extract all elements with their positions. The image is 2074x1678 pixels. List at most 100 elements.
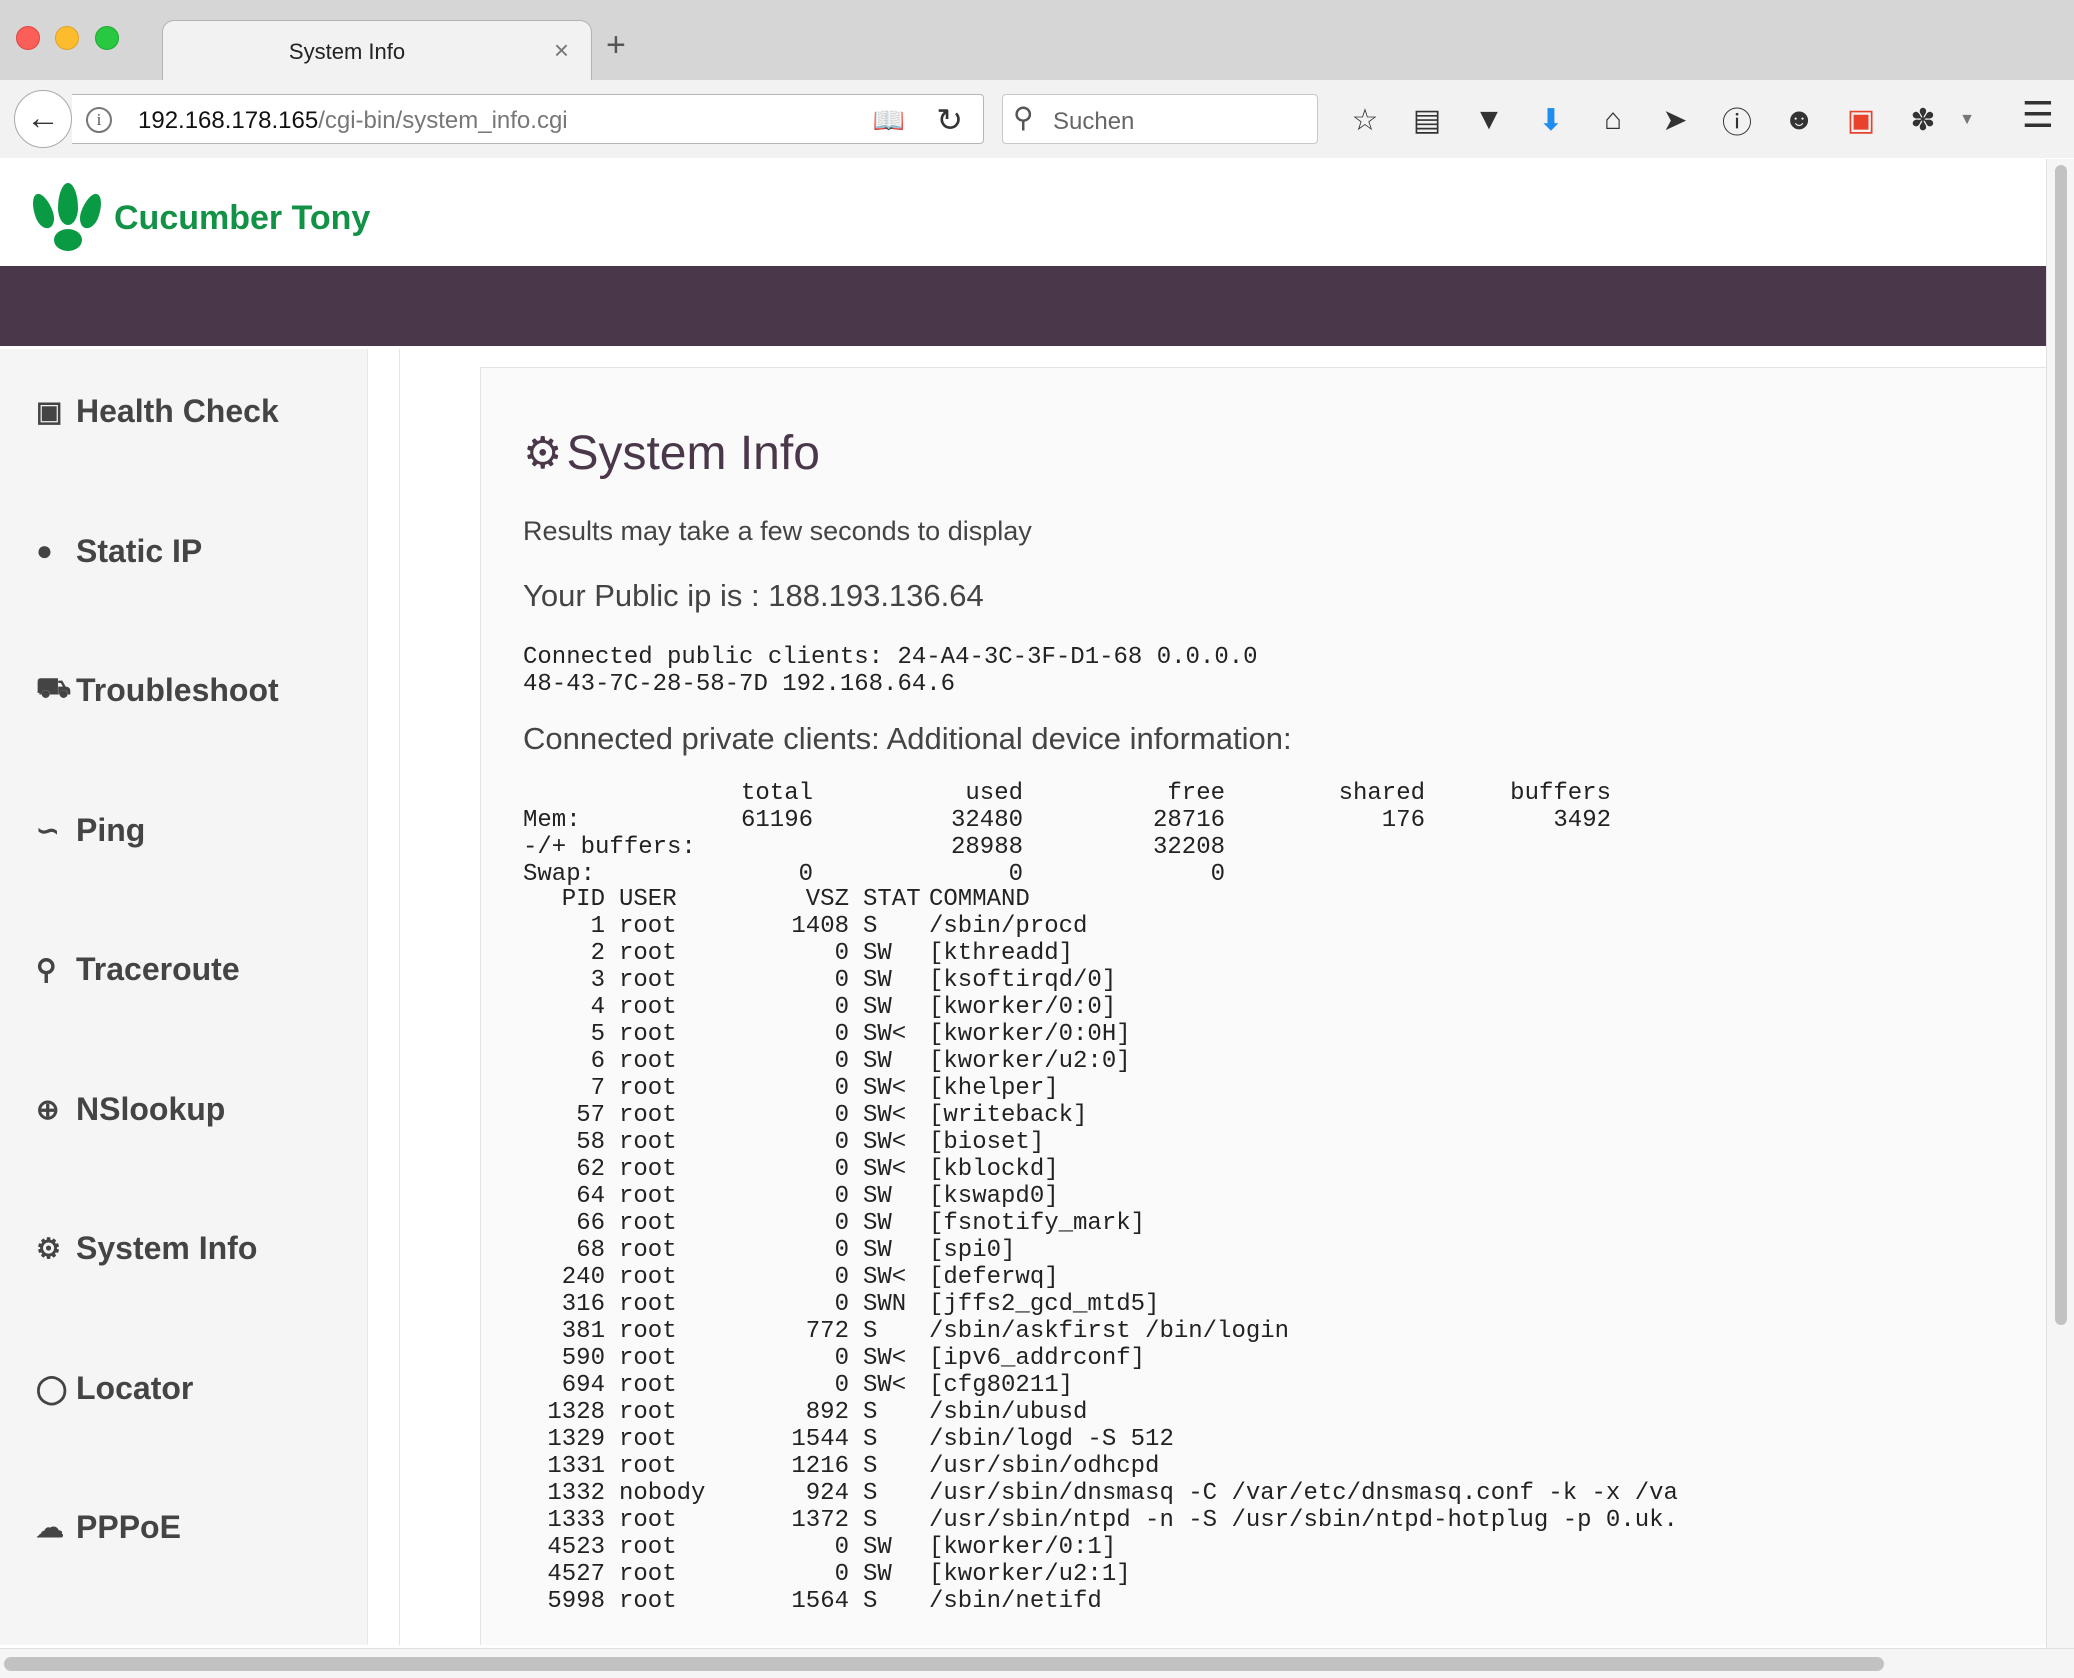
process-row: 4 root 0 SW [kworker/0:0] bbox=[523, 994, 1678, 1021]
results-notice: Results may take a few seconds to displa… bbox=[523, 516, 1032, 546]
sidebar-item-nslookup[interactable]: ⊕ NSlookup bbox=[36, 1087, 225, 1131]
process-cell: root bbox=[619, 1507, 677, 1534]
process-cell: 3 bbox=[590, 967, 605, 994]
sidebar-item-static-ip[interactable]: ● Static IP bbox=[36, 529, 202, 573]
process-cell: 1 bbox=[590, 913, 605, 940]
process-row: 4523 root 0 SW [kworker/0:1] bbox=[523, 1534, 1678, 1561]
page-viewport: Cucumber Tony ▣ Health Check ● Static IP ⛟… bbox=[0, 159, 2046, 1645]
process-cell: SW bbox=[863, 994, 892, 1021]
globe-icon: ● bbox=[36, 535, 53, 566]
memory-cell: buffers bbox=[1510, 780, 1611, 807]
lightbulb-icon: ◯ bbox=[36, 1372, 68, 1404]
private-clients-heading: Connected private clients: Additional de… bbox=[523, 721, 1292, 756]
bookmarks-list-icon[interactable]: ▤ bbox=[1396, 103, 1458, 138]
extension-bug-icon[interactable]: ✽ bbox=[1892, 103, 1954, 138]
process-cell: root bbox=[619, 967, 677, 994]
process-cell: 57 bbox=[576, 1102, 605, 1129]
memory-cell bbox=[523, 780, 733, 807]
home-icon[interactable]: ⌂ bbox=[1582, 103, 1644, 137]
process-cell: /sbin/ubusd bbox=[929, 1399, 1088, 1426]
vertical-scroll-thumb[interactable] bbox=[2055, 165, 2067, 1325]
process-cell: 68 bbox=[576, 1237, 605, 1264]
process-cell: S bbox=[863, 913, 878, 940]
process-cell: 7 bbox=[590, 1075, 605, 1102]
pocket-icon[interactable]: ▼ bbox=[1458, 103, 1520, 137]
process-cell: root bbox=[619, 1534, 677, 1561]
bookmark-star-icon[interactable]: ☆ bbox=[1334, 103, 1396, 138]
process-cell: [kworker/0:0H] bbox=[929, 1021, 1131, 1048]
address-bar[interactable]: i 192.168.178.165/cgi-bin/system_info.cg… bbox=[72, 94, 984, 144]
rss-icon: ∽ bbox=[36, 814, 60, 846]
process-row: 62 root 0 SW< [kblockd] bbox=[523, 1156, 1678, 1183]
public-ip: Your Public ip is : 188.193.136.64 bbox=[523, 578, 984, 613]
close-window-button[interactable] bbox=[16, 26, 40, 50]
downloads-icon[interactable]: ⬇ bbox=[1520, 103, 1582, 138]
search-bar[interactable]: ⚲ Suchen bbox=[1002, 94, 1318, 144]
memory-cell: -/+ buffers: bbox=[523, 834, 696, 861]
password-manager-icon[interactable]: ⓘ bbox=[1706, 98, 1768, 142]
process-cell: 0 bbox=[834, 1075, 849, 1102]
gears-icon: ⚙ bbox=[36, 1232, 62, 1264]
reload-icon[interactable]: ↻ bbox=[936, 101, 963, 139]
process-cell: root bbox=[619, 913, 677, 940]
sidebar-item-locator[interactable]: ◯ Locator bbox=[36, 1366, 193, 1410]
memory-cell: shared bbox=[1338, 780, 1425, 807]
process-cell: 0 bbox=[834, 1129, 849, 1156]
process-cell: 1544 bbox=[791, 1426, 849, 1453]
sidebar-item-health-check[interactable]: ▣ Health Check bbox=[36, 389, 279, 433]
process-cell: [kswapd0] bbox=[929, 1183, 1059, 1210]
back-button[interactable]: ← bbox=[14, 90, 72, 148]
process-row: 57 root 0 SW< [writeback] bbox=[523, 1102, 1678, 1129]
process-cell: SW< bbox=[863, 1156, 907, 1183]
process-cell: root bbox=[619, 1264, 677, 1291]
process-row: 5 root 0 SW< [kworker/0:0H] bbox=[523, 1021, 1678, 1048]
process-cell: [kblockd] bbox=[929, 1156, 1059, 1183]
gears-icon: ⚙ bbox=[523, 429, 563, 478]
horizontal-scroll-thumb[interactable] bbox=[4, 1657, 1884, 1671]
process-cell: SW< bbox=[863, 1021, 907, 1048]
vertical-scrollbar[interactable] bbox=[2046, 159, 2074, 1649]
send-icon[interactable]: ➤ bbox=[1644, 103, 1706, 138]
hamburger-menu-icon[interactable]: ☰ bbox=[2022, 94, 2054, 136]
process-cell: [deferwq] bbox=[929, 1264, 1059, 1291]
process-row: 381 root 772 S/sbin/askfirst /bin/login bbox=[523, 1318, 1678, 1345]
sidebar-item-label: Static IP bbox=[76, 532, 203, 569]
info-icon[interactable]: i bbox=[86, 107, 112, 133]
memory-row: Mem: 61196 32480 28716 176 3492 bbox=[523, 807, 1611, 834]
extension-badge-icon[interactable]: ▣ bbox=[1830, 103, 1892, 138]
process-row: 5998 root 1564 S/sbin/netifd bbox=[523, 1588, 1678, 1615]
process-cell: SW bbox=[863, 1534, 892, 1561]
sidebar-item-pppoe[interactable]: ☁ PPPoE bbox=[36, 1505, 181, 1549]
minimize-window-button[interactable] bbox=[55, 26, 79, 50]
process-cell: 0 bbox=[834, 1237, 849, 1264]
memory-cell bbox=[1425, 861, 1611, 888]
chat-icon[interactable]: ☻ bbox=[1768, 103, 1830, 137]
url-text[interactable]: 192.168.178.165/cgi-bin/system_info.cgi bbox=[138, 107, 568, 135]
sidebar-item-system-info[interactable]: ⚙ System Info bbox=[36, 1226, 257, 1270]
tab-system-info[interactable]: System Info × bbox=[162, 20, 592, 82]
tab-close-icon[interactable]: × bbox=[554, 35, 569, 66]
zoom-window-button[interactable] bbox=[95, 26, 119, 50]
horizontal-scrollbar[interactable] bbox=[0, 1648, 2074, 1678]
map-marker-icon: ⚲ bbox=[36, 953, 57, 985]
process-cell: 0 bbox=[834, 967, 849, 994]
sidebar-item-traceroute[interactable]: ⚲ Traceroute bbox=[36, 947, 240, 991]
process-cell: root bbox=[619, 1129, 677, 1156]
memory-cell: Mem: bbox=[523, 807, 581, 834]
logo[interactable]: Cucumber Tony bbox=[28, 183, 370, 253]
memory-row: Swap: 0 0 0 bbox=[523, 861, 1611, 888]
process-cell: S bbox=[863, 1453, 878, 1480]
reader-view-icon[interactable]: 📖 bbox=[873, 105, 905, 136]
new-tab-button[interactable]: + bbox=[606, 28, 626, 62]
process-cell: [kworker/0:0] bbox=[929, 994, 1117, 1021]
process-cell: SW< bbox=[863, 1372, 907, 1399]
sidebar-item-ping[interactable]: ∽ Ping bbox=[36, 808, 145, 852]
process-cell: [jffs2_gcd_mtd5] bbox=[929, 1291, 1160, 1318]
process-cell: 1408 bbox=[791, 913, 849, 940]
process-cell: [kworker/0:1] bbox=[929, 1534, 1117, 1561]
process-cell: 1372 bbox=[791, 1507, 849, 1534]
sidebar-item-troubleshoot[interactable]: ⛟ Troubleshoot bbox=[36, 668, 279, 712]
process-cell: SW bbox=[863, 1048, 892, 1075]
process-cell: [cfg80211] bbox=[929, 1372, 1074, 1399]
chevron-down-icon[interactable]: ▼ bbox=[1954, 111, 1980, 129]
